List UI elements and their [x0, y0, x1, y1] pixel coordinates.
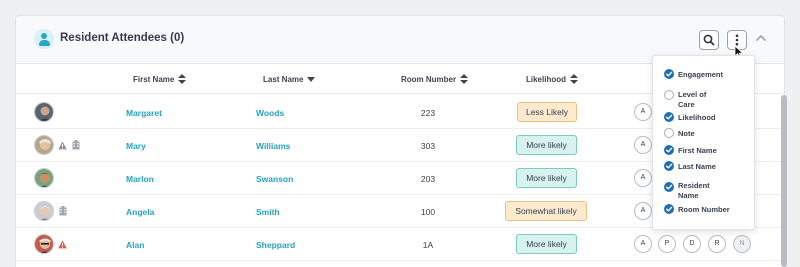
- table-row: Alan Sheppard 1A More likely A P D R N: [16, 228, 784, 261]
- checked-icon: [664, 204, 674, 214]
- column-header-room-number[interactable]: Room Number: [401, 74, 469, 84]
- scrollbar[interactable]: [781, 95, 787, 267]
- room-number: 223: [420, 108, 436, 118]
- attendance-button-d[interactable]: D: [683, 235, 701, 253]
- checked-icon: [664, 145, 674, 155]
- avatar: [34, 168, 54, 188]
- attendance-button-a[interactable]: A: [634, 202, 652, 220]
- first-name-link[interactable]: Alan: [126, 240, 144, 250]
- avatar: [34, 234, 54, 254]
- likelihood-badge: More likely: [516, 135, 577, 155]
- panel-title: Resident Attendees (0): [60, 32, 185, 44]
- likelihood-badge: More likely: [516, 168, 577, 188]
- likelihood-badge: More likely: [516, 234, 577, 254]
- attendance-button-p[interactable]: P: [658, 235, 676, 253]
- checked-icon: [664, 182, 674, 192]
- column-header-first-name[interactable]: First Name: [133, 74, 187, 84]
- alert-icon: [58, 240, 67, 249]
- room-number: 100: [420, 207, 436, 217]
- attendance-button-a[interactable]: A: [634, 103, 652, 121]
- search-icon: [703, 34, 715, 46]
- last-name-link[interactable]: Sheppard: [256, 240, 295, 250]
- attendance-button-n[interactable]: N: [733, 235, 751, 253]
- avatar: [34, 102, 54, 122]
- unchecked-icon: [664, 90, 674, 100]
- sort-icon: [570, 74, 578, 84]
- sort-icon: [178, 74, 187, 84]
- sort-descending-icon: [307, 77, 316, 82]
- last-name-link[interactable]: Williams: [256, 141, 290, 151]
- checked-icon: [664, 112, 674, 122]
- last-name-link[interactable]: Smith: [256, 207, 280, 217]
- likelihood-badge: Less Likely: [517, 102, 577, 122]
- search-button[interactable]: [699, 30, 719, 50]
- attendance-button-a[interactable]: A: [634, 169, 652, 187]
- first-name-link[interactable]: Marlon: [126, 174, 154, 184]
- room-number: 303: [420, 141, 436, 151]
- last-name-link[interactable]: Swanson: [256, 174, 293, 184]
- unchecked-icon: [664, 128, 674, 138]
- avatar: [34, 135, 54, 155]
- room-number: 1A: [422, 240, 434, 250]
- building-icon: [59, 206, 67, 216]
- last-name-link[interactable]: Woods: [256, 108, 284, 118]
- person-icon: [34, 29, 54, 49]
- room-number: 203: [420, 174, 436, 184]
- attendance-button-a[interactable]: A: [634, 235, 652, 253]
- column-header-last-name[interactable]: Last Name: [263, 74, 316, 84]
- column-options-menu: Engagement Level of Care Likelihood Note…: [652, 55, 755, 230]
- checked-icon: [664, 161, 674, 171]
- checked-icon: [664, 69, 674, 79]
- likelihood-badge: Somewhat likely: [505, 201, 587, 221]
- avatar: [34, 201, 54, 221]
- attendance-button-a[interactable]: A: [634, 136, 652, 154]
- sort-icon: [460, 74, 469, 84]
- first-name-link[interactable]: Angela: [126, 207, 154, 217]
- chevron-up-icon[interactable]: [754, 31, 768, 45]
- column-header-likelihood[interactable]: Likelihood: [526, 74, 578, 84]
- first-name-link[interactable]: Margaret: [126, 108, 162, 118]
- building-icon: [72, 140, 80, 150]
- first-name-link[interactable]: Mary: [126, 141, 146, 151]
- attendance-button-r[interactable]: R: [708, 235, 726, 253]
- warning-icon: [58, 141, 67, 150]
